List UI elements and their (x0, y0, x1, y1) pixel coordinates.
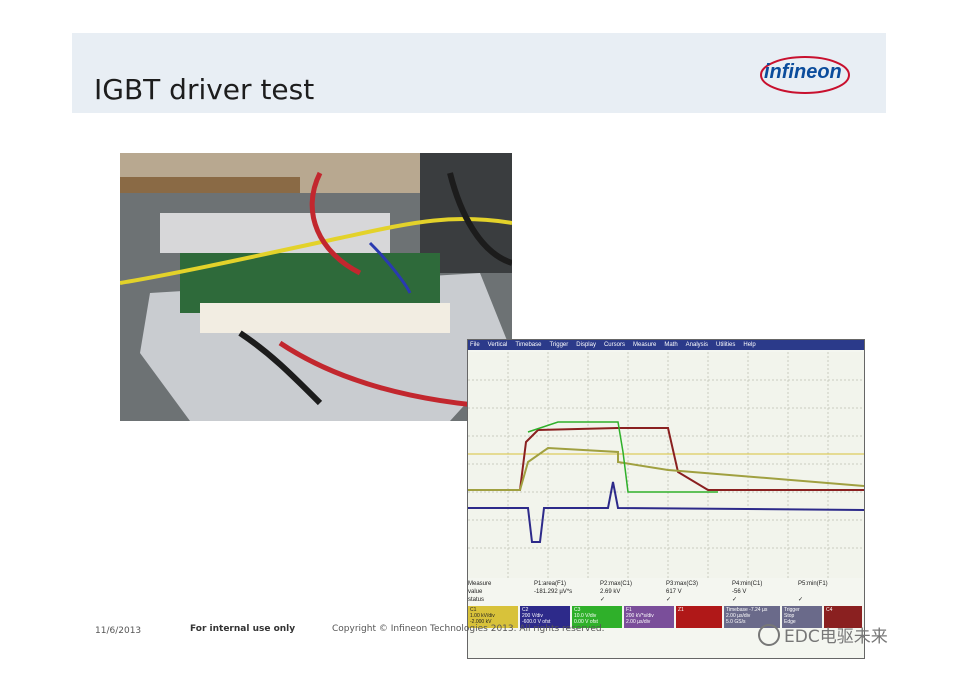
scope-menu-item: Timebase (515, 342, 542, 348)
channel-z1-descriptor: Z1 (676, 606, 722, 628)
measure-value: 617 V (666, 589, 682, 595)
measure-column-name: P3:max(C3) (666, 581, 699, 587)
footer-internal-notice: For internal use only (190, 624, 296, 634)
measure-status: ✓ (666, 597, 672, 603)
measure-status: ✓ (600, 597, 606, 603)
scope-menu-item: Measure (632, 342, 657, 348)
slide-title: IGBT driver test (94, 73, 315, 106)
watermark-text: EDC电驱未来 (784, 627, 888, 647)
measure-value: -181.292 µV*s (534, 589, 573, 595)
scope-menu-item: Help (743, 342, 756, 348)
measure-header-row: Measure P1:area(F1) P2:max(C1) P3:max(C3… (468, 580, 864, 588)
channel-f1-descriptor: F1 200 kV*s/div 2.00 µs/div (624, 606, 674, 628)
scope-menu-item: Utilities (716, 342, 736, 348)
scope-measurements-table: Measure P1:area(F1) P2:max(C1) P3:max(C3… (468, 580, 864, 604)
channel-label: Z1 (678, 607, 684, 613)
infineon-logo: infineon (758, 53, 852, 97)
channel-label: C4 (826, 607, 833, 613)
measure-column-name: P2:max(C1) (600, 581, 633, 587)
measure-value (798, 588, 864, 596)
measure-status (534, 596, 600, 604)
channel-line: 2.00 µs/div (626, 619, 651, 625)
scope-menu-item: Vertical (487, 342, 508, 348)
footer-copyright: Copyright © Infineon Technologies 2013. … (332, 624, 605, 634)
scope-menu-bar: File Vertical Timebase Trigger Display C… (468, 340, 864, 350)
scope-menu-item: File (470, 342, 480, 348)
measure-status: ✓ (798, 597, 804, 603)
scope-menu-item: Analysis (685, 342, 709, 348)
logo-text: infineon (764, 61, 842, 83)
measure-row-label: status (468, 597, 485, 603)
measure-column-name: P4:min(C1) (732, 581, 763, 587)
oscilloscope-screenshot: File Vertical Timebase Trigger Display C… (467, 339, 865, 659)
watermark: EDC电驱未来 (758, 622, 888, 647)
measure-value: -56 V (732, 589, 747, 595)
scope-menu-item: Cursors (603, 342, 625, 348)
scope-menu-item: Display (576, 342, 596, 348)
footer-date: 11/6/2013 (95, 626, 142, 636)
measure-row-label: value (468, 589, 483, 595)
scope-waveform-grid (468, 352, 864, 578)
slide-title-bar: IGBT driver test infineon (72, 33, 886, 113)
measure-column-name: P5:min(F1) (798, 581, 828, 587)
measure-status: ✓ (732, 597, 738, 603)
wechat-icon (758, 623, 780, 646)
measure-status-row: status ✓ ✓ ✓ ✓ (468, 596, 864, 604)
measure-column-name: P1:area(F1) (534, 581, 567, 587)
measure-value-row: value -181.292 µV*s 2.69 kV 617 V -56 V (468, 588, 864, 596)
measure-row-label: Measure (468, 581, 492, 587)
igbt-test-setup-photo (120, 153, 512, 421)
scope-menu-item: Math (664, 342, 678, 348)
measure-value: 2.69 kV (600, 589, 621, 595)
scope-menu-item: Trigger (549, 342, 569, 348)
